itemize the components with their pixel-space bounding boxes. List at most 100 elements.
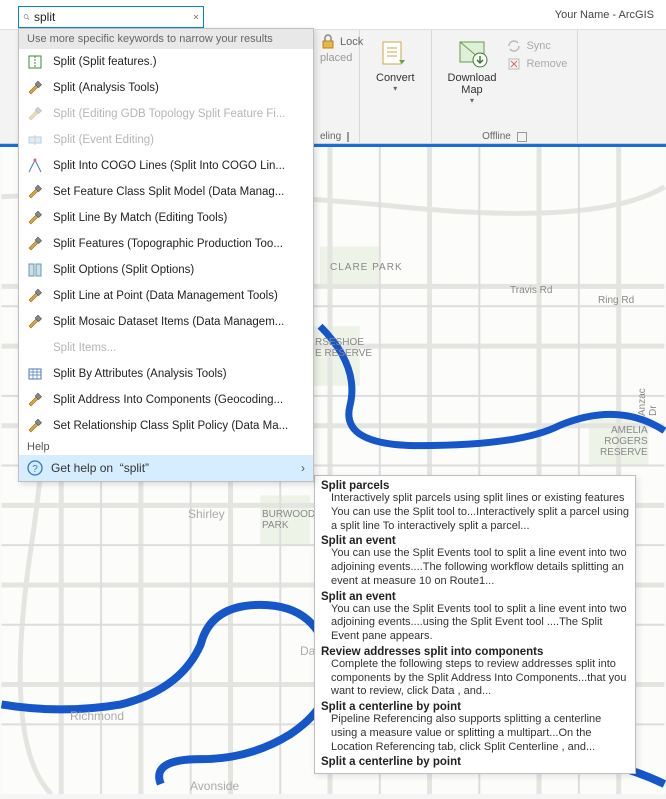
hammer-icon (27, 418, 43, 434)
result-label: Split (Editing GDB Topology Split Featur… (53, 108, 285, 120)
result-label: Split Line By Match (Editing Tools) (53, 212, 227, 224)
search-result-item[interactable]: Split (Event Editing) (19, 127, 313, 153)
help-title: Split a centerline by point (321, 701, 629, 713)
hammer-icon (27, 80, 43, 96)
help-result[interactable]: Split an eventYou can use the Split Even… (321, 591, 629, 644)
lock-button[interactable]: Lock (320, 34, 363, 50)
map-label: AMELIA ROGERS RESERVE (600, 425, 648, 458)
search-result-item[interactable]: Split Line at Point (Data Management Too… (19, 283, 313, 309)
hammer-icon (27, 210, 43, 226)
split-tool-icon (27, 54, 43, 70)
svg-text:?: ? (32, 464, 38, 475)
search-result-item[interactable]: Split (Split features.) (19, 49, 313, 75)
result-label: Split By Attributes (Analysis Tools) (53, 368, 227, 380)
help-body: Complete the following steps to review a… (321, 658, 629, 699)
group-labeling: eling (320, 131, 341, 142)
help-icon: ? (27, 460, 43, 476)
search-result-item[interactable]: Split Items... (19, 335, 313, 361)
none-icon (27, 340, 43, 356)
download-label: Download Map (448, 72, 497, 96)
group-offline: Offline (482, 131, 511, 142)
result-label: Set Feature Class Split Model (Data Mana… (53, 186, 284, 198)
placed-label: placed (320, 52, 352, 64)
search-icon (23, 10, 30, 24)
help-section-label: Help (19, 439, 313, 455)
map-label: CLARE PARK (330, 262, 403, 273)
split-opt-icon (27, 262, 43, 278)
place-label: Richmond (70, 709, 124, 723)
chevron-right-icon: › (301, 461, 305, 475)
hammer-icon (27, 314, 43, 330)
road-label: Travis Rd (510, 285, 552, 296)
road-label: Ring Rd (598, 295, 634, 306)
result-label: Split Options (Split Options) (53, 264, 194, 276)
search-result-item[interactable]: Split Features (Topographic Production T… (19, 231, 313, 257)
help-title: Split an event (321, 535, 629, 547)
sync-button[interactable]: Sync (506, 38, 567, 54)
help-result[interactable]: Split a centerline by point (321, 756, 629, 768)
result-label: Split Line at Point (Data Management Too… (53, 290, 278, 302)
get-help-row[interactable]: ? Get help on “split” › (19, 455, 313, 481)
help-result[interactable]: Split parcelsInteractively split parcels… (321, 480, 629, 533)
get-help-label: Get help on “split” (51, 461, 149, 475)
help-title: Split parcels (321, 480, 629, 492)
help-result[interactable]: Split an eventYou can use the Split Even… (321, 535, 629, 588)
remove-label: Remove (526, 58, 567, 70)
road-label: Anzac Dr (637, 380, 659, 416)
result-label: Split Features (Topographic Production T… (53, 238, 283, 250)
search-result-item[interactable]: Split (Analysis Tools) (19, 75, 313, 101)
result-label: Split (Split features.) (53, 56, 157, 68)
search-result-item[interactable]: Split Options (Split Options) (19, 257, 313, 283)
cogo-icon (27, 158, 43, 174)
search-result-item[interactable]: Split Line By Match (Editing Tools) (19, 205, 313, 231)
search-result-item[interactable]: Set Relationship Class Split Policy (Dat… (19, 413, 313, 439)
result-label: Split Address Into Components (Geocoding… (53, 394, 283, 406)
result-label: Split (Event Editing) (53, 134, 154, 146)
search-input[interactable] (30, 10, 193, 24)
help-body: Interactively split parcels using split … (321, 492, 629, 533)
place-label: Avonside (190, 779, 239, 793)
result-label: Split Mosaic Dataset Items (Data Managem… (53, 316, 284, 328)
search-result-item[interactable]: Split By Attributes (Analysis Tools) (19, 361, 313, 387)
help-result[interactable]: Review addresses split into componentsCo… (321, 646, 629, 699)
map-label: RSESHOE E RESERVE (315, 337, 372, 359)
hammer-icon (27, 236, 43, 252)
map-label: BURWOOD PARK (262, 509, 315, 531)
search-result-item[interactable]: Split Address Into Components (Geocoding… (19, 387, 313, 413)
clear-icon[interactable] (193, 11, 199, 23)
help-result[interactable]: Split a centerline by pointPipeline Refe… (321, 701, 629, 754)
remove-button[interactable]: Remove (506, 56, 567, 72)
hammer-icon (27, 184, 43, 200)
dialog-launcher-icon[interactable] (347, 132, 349, 142)
search-dropdown: Use more specific keywords to narrow you… (18, 28, 314, 482)
help-results-panel[interactable]: Split parcelsInteractively split parcels… (314, 475, 636, 774)
result-label: Split Into COGO Lines (Split Into COGO L… (53, 160, 285, 172)
search-result-item[interactable]: Split (Editing GDB Topology Split Featur… (19, 101, 313, 127)
table-icon (27, 366, 43, 382)
help-body: You can use the Split Events tool to spl… (321, 603, 629, 644)
help-body: You can use the Split Events tool to spl… (321, 547, 629, 588)
dropdown-list: Split (Split features.) Split (Analysis T… (19, 49, 313, 439)
title-text: Your Name - ArcGIS (555, 9, 654, 21)
help-title: Split an event (321, 591, 629, 603)
hammer-icon (27, 288, 43, 304)
place-label: Shirley (188, 507, 225, 521)
hammer-icon (27, 106, 43, 122)
sync-label: Sync (526, 40, 550, 52)
download-map-button[interactable]: Download Map ▾ (442, 34, 503, 109)
placed-button[interactable]: placed (320, 52, 363, 64)
dialog-launcher-icon[interactable] (517, 132, 527, 142)
convert-label: Convert (376, 72, 415, 84)
result-label: Split (Analysis Tools) (53, 82, 159, 94)
help-title: Review addresses split into components (321, 646, 629, 658)
convert-button[interactable]: Convert ▾ (370, 34, 421, 97)
help-body: Pipeline Referencing also supports split… (321, 713, 629, 754)
search-result-item[interactable]: Split Into COGO Lines (Split Into COGO L… (19, 153, 313, 179)
dropdown-hint: Use more specific keywords to narrow you… (19, 29, 313, 49)
result-label: Split Items... (53, 342, 116, 354)
search-result-item[interactable]: Split Mosaic Dataset Items (Data Managem… (19, 309, 313, 335)
search-result-item[interactable]: Set Feature Class Split Model (Data Mana… (19, 179, 313, 205)
help-title: Split a centerline by point (321, 756, 629, 768)
search-box[interactable] (18, 6, 204, 28)
split-event-icon (27, 132, 43, 148)
